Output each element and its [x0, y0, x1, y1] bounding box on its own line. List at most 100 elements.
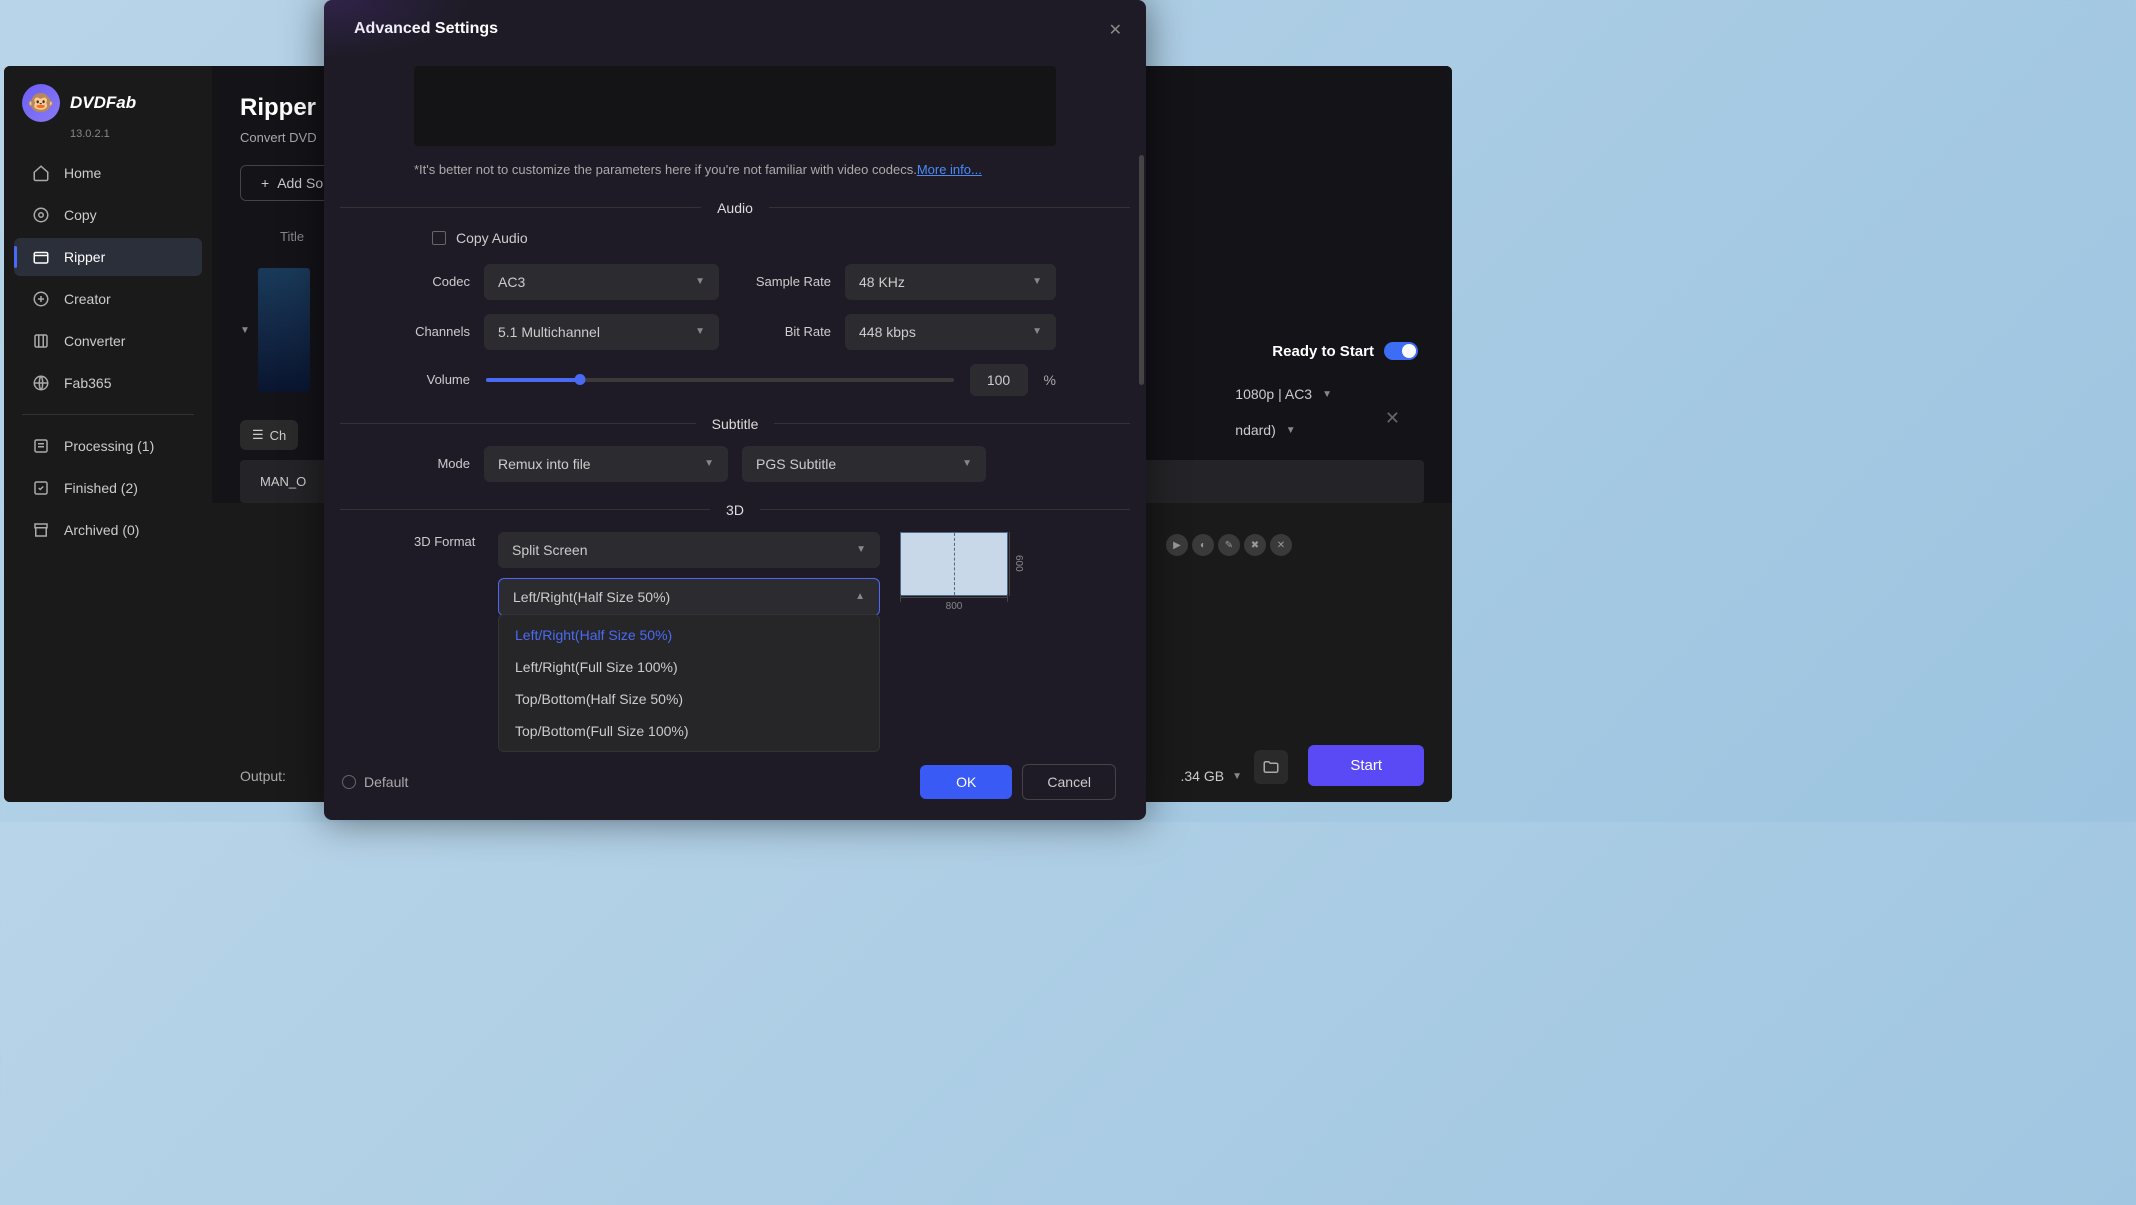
codec-label: Codec: [414, 274, 470, 289]
play-icon[interactable]: ▶: [1166, 534, 1188, 556]
channels-label: Channels: [414, 324, 470, 339]
dropdown-option-1[interactable]: Left/Right(Half Size 50%): [499, 619, 879, 651]
dropdown-option-4[interactable]: Top/Bottom(Full Size 100%): [499, 715, 879, 747]
more-info-link[interactable]: More info...: [917, 162, 982, 177]
bitrate-label: Bit Rate: [751, 324, 831, 339]
dropdown-option-2[interactable]: Left/Right(Full Size 100%): [499, 651, 879, 683]
volume-slider[interactable]: [486, 378, 954, 382]
copy-audio-label: Copy Audio: [456, 230, 528, 246]
subtitle-mode-select[interactable]: Remux into file▼: [484, 446, 728, 482]
3d-layout-dropdown: Left/Right(Half Size 50%) Left/Right(Ful…: [498, 614, 880, 752]
samplerate-value: 48 KHz: [859, 274, 905, 290]
volume-row: Volume 100 %: [414, 364, 1056, 396]
plus-icon: +: [261, 175, 269, 191]
chevron-down-icon: ▼: [1322, 389, 1332, 400]
chevron-down-icon: ▼: [704, 458, 714, 469]
format-row-2[interactable]: ndard) ▼: [1235, 422, 1332, 438]
nav-processing-label: Processing (1): [64, 438, 154, 454]
channels-value: 5.1 Multichannel: [498, 324, 600, 340]
volume-value[interactable]: 100: [970, 364, 1028, 396]
start-button[interactable]: Start: [1308, 745, 1424, 786]
nav-fab365[interactable]: Fab365: [14, 364, 202, 402]
ready-toggle[interactable]: [1384, 342, 1418, 360]
chevron-down-icon: ▼: [1232, 771, 1242, 782]
diagram-height-label: 600: [1009, 532, 1024, 596]
format-area: 1080p | AC3▼ ndard) ▼: [1235, 386, 1332, 438]
bitrate-select[interactable]: 448 kbps▼: [845, 314, 1056, 350]
nav-home[interactable]: Home: [14, 154, 202, 192]
chevron-down-icon: ▼: [695, 326, 705, 337]
copy-audio-row[interactable]: Copy Audio: [432, 230, 1056, 246]
audio-divider: Audio: [340, 200, 1130, 216]
scrollbar-thumb[interactable]: [1139, 155, 1144, 385]
output-size-select[interactable]: .34 GB ▼: [1181, 768, 1243, 784]
chevron-down-icon: ▼: [962, 458, 972, 469]
nav-finished-label: Finished (2): [64, 480, 138, 496]
diagram-width-label: 800: [900, 597, 1008, 612]
nav-ripper[interactable]: Ripper: [14, 238, 202, 276]
subtitle-divider: Subtitle: [340, 416, 1130, 432]
remove-item-icon[interactable]: ✕: [1385, 408, 1400, 429]
chevron-down-icon: ▼: [1286, 425, 1296, 436]
delete-icon[interactable]: ✕: [1270, 534, 1292, 556]
3d-divider: 3D: [340, 502, 1130, 518]
list-small-icon: ☰: [252, 427, 264, 443]
copy-audio-checkbox[interactable]: [432, 231, 446, 245]
cancel-button[interactable]: Cancel: [1022, 764, 1116, 800]
converter-icon: [32, 332, 50, 350]
nav-converter[interactable]: Converter: [14, 322, 202, 360]
hint-text-label: *It's better not to customize the parame…: [414, 162, 917, 177]
nav-copy-label: Copy: [64, 207, 97, 223]
creator-icon: [32, 290, 50, 308]
dropdown-option-3[interactable]: Top/Bottom(Half Size 50%): [499, 683, 879, 715]
globe-icon: [32, 374, 50, 392]
add-source-label: Add So: [277, 175, 323, 191]
archive-icon: [32, 521, 50, 539]
nav-creator[interactable]: Creator: [14, 280, 202, 318]
nav-converter-label: Converter: [64, 333, 125, 349]
chevron-down-icon: ▼: [1032, 326, 1042, 337]
chevron-down-icon: ▼: [856, 544, 866, 555]
modal-close-icon[interactable]: ✕: [1109, 20, 1122, 40]
percent-label: %: [1044, 372, 1056, 388]
subtitle-section-title: Subtitle: [712, 416, 759, 432]
ready-label: Ready to Start: [1272, 343, 1374, 360]
format-label-2: ndard): [1235, 422, 1275, 438]
edit-icon[interactable]: ✎: [1218, 534, 1240, 556]
channels-select[interactable]: 5.1 Multichannel ▼: [484, 314, 719, 350]
logo-area: 🐵 DVDFab: [4, 66, 212, 132]
subtitle-type-value: PGS Subtitle: [756, 456, 836, 472]
home-icon: [32, 164, 50, 182]
nav-processing[interactable]: Processing (1): [14, 427, 202, 465]
crop-icon[interactable]: ✖: [1244, 534, 1266, 556]
choose-other-titles-button[interactable]: ☰Ch: [240, 420, 298, 450]
collapse-icon[interactable]: ▼: [240, 325, 250, 336]
split-screen-select[interactable]: Split Screen▼: [498, 532, 880, 568]
codec-value: AC3: [498, 274, 525, 290]
hint-text: *It's better not to customize the parame…: [324, 160, 1146, 180]
chevron-down-icon: ▼: [1032, 276, 1042, 287]
movie-thumbnail[interactable]: [258, 268, 310, 392]
default-radio[interactable]: Default: [342, 774, 408, 790]
subtitle-type-select[interactable]: PGS Subtitle ▼: [742, 446, 986, 482]
nav-copy[interactable]: Copy: [14, 196, 202, 234]
subtitle-mode-label: Mode: [414, 456, 470, 471]
default-label: Default: [364, 774, 408, 790]
row-action-icons: ▶ ◐ ✎ ✖ ✕: [1166, 534, 1292, 556]
nav-finished[interactable]: Finished (2): [14, 469, 202, 507]
codec-select[interactable]: AC3 ▼: [484, 264, 719, 300]
output-size-value: .34 GB: [1181, 768, 1225, 784]
samplerate-select[interactable]: 48 KHz ▼: [845, 264, 1056, 300]
advanced-settings-modal: Advanced Settings ✕ *It's better not to …: [324, 0, 1146, 820]
nav-divider: [22, 414, 194, 415]
chevron-up-icon: ▲: [855, 591, 865, 602]
nav-home-label: Home: [64, 165, 101, 181]
audio-section-title: Audio: [717, 200, 753, 216]
format-row-1[interactable]: 1080p | AC3▼: [1235, 386, 1332, 402]
output-folder-button[interactable]: [1254, 750, 1288, 784]
nav-archived[interactable]: Archived (0): [14, 511, 202, 549]
ok-button[interactable]: OK: [920, 765, 1012, 799]
chevron-down-icon: ▼: [695, 276, 705, 287]
preview-icon[interactable]: ◐: [1192, 534, 1214, 556]
3d-layout-select[interactable]: Left/Right(Half Size 50%)▲: [498, 578, 880, 616]
